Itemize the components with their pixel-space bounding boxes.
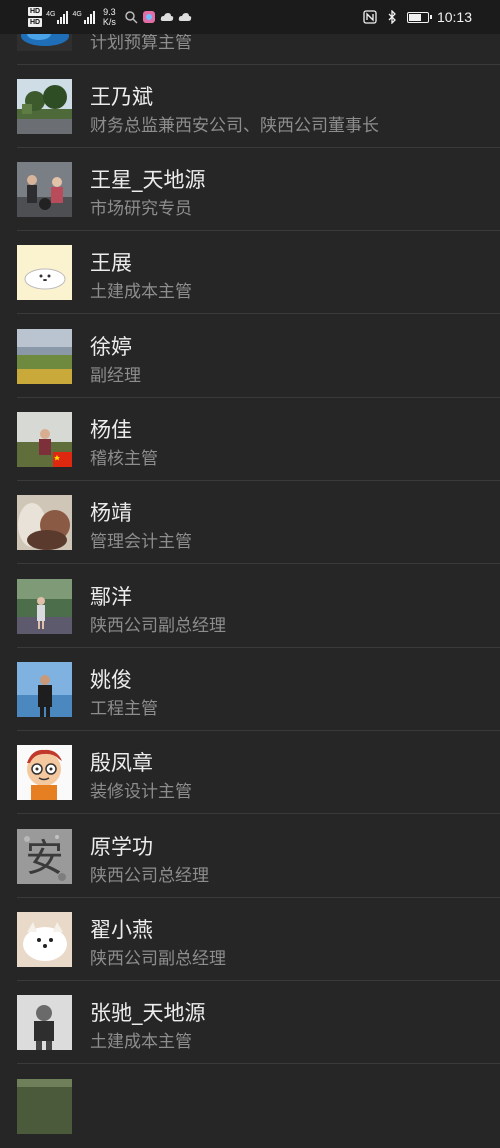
contact-row[interactable]: 杨佳 稽核主管 bbox=[0, 398, 500, 481]
cloud-icon bbox=[160, 10, 174, 24]
contact-row[interactable]: 安 原学功 陕西公司总经理 bbox=[0, 815, 500, 898]
hd-badges: HD HD bbox=[28, 7, 43, 27]
row-divider bbox=[17, 1063, 500, 1064]
contact-avatar[interactable] bbox=[17, 745, 72, 800]
contact-name: 徐婷 bbox=[90, 335, 132, 359]
contact-row[interactable]: 王星_天地源 市场研究专员 bbox=[0, 148, 500, 231]
contact-title: 市场研究专员 bbox=[90, 199, 192, 219]
contact-title: 土建成本主管 bbox=[90, 1032, 192, 1052]
contact-title: 陕西公司副总经理 bbox=[90, 949, 226, 969]
row-divider bbox=[17, 563, 500, 564]
contact-row[interactable] bbox=[0, 1065, 500, 1148]
contact-avatar[interactable] bbox=[17, 662, 72, 717]
network-speed: 9.3 K/s bbox=[103, 7, 116, 27]
battery-icon bbox=[406, 11, 432, 23]
nfc-icon bbox=[363, 10, 377, 24]
search-icon bbox=[124, 10, 138, 24]
contact-title: 工程主管 bbox=[90, 699, 158, 719]
contact-title: 土建成本主管 bbox=[90, 282, 192, 302]
contact-row[interactable]: 王展 土建成本主管 bbox=[0, 231, 500, 314]
contact-row[interactable]: 殷凤章 装修设计主管 bbox=[0, 731, 500, 814]
status-bar: HD HD 4G 4G 9.3 K/s 10:13 bbox=[0, 0, 500, 34]
contact-avatar[interactable] bbox=[17, 79, 72, 134]
contact-avatar[interactable] bbox=[17, 412, 72, 467]
bluetooth-icon bbox=[385, 9, 399, 25]
contact-name: 王乃斌 bbox=[90, 85, 153, 109]
contact-row[interactable]: 王乃斌 财务总监兼西安公司、陕西公司董事长 bbox=[0, 65, 500, 148]
signal-icon: 4G bbox=[72, 10, 95, 24]
row-divider bbox=[17, 313, 500, 314]
cloud-icon bbox=[178, 10, 192, 24]
contact-row[interactable]: 鄢洋 陕西公司副总经理 bbox=[0, 565, 500, 648]
contact-avatar[interactable] bbox=[17, 245, 72, 300]
contact-avatar[interactable] bbox=[17, 495, 72, 550]
status-right: 10:13 bbox=[363, 0, 472, 34]
contact-name: 张驰_天地源 bbox=[90, 1001, 206, 1025]
signal-icon: 4G bbox=[46, 10, 69, 24]
row-divider bbox=[17, 813, 500, 814]
speed-unit: K/s bbox=[102, 17, 116, 27]
contact-row[interactable]: 姚俊 工程主管 bbox=[0, 648, 500, 731]
network-label: 4G bbox=[46, 10, 56, 18]
contact-name: 原学功 bbox=[90, 835, 153, 859]
avatar-stone-character: 安 bbox=[25, 836, 63, 880]
contact-row[interactable]: 徐婷 副经理 bbox=[0, 315, 500, 398]
contact-name: 王星_天地源 bbox=[90, 168, 206, 192]
contact-avatar[interactable] bbox=[17, 912, 72, 967]
contact-name: 姚俊 bbox=[90, 668, 132, 692]
contact-name: 殷凤章 bbox=[90, 751, 153, 775]
status-left: HD HD 4G 4G 9.3 K/s bbox=[28, 3, 192, 31]
contact-title: 管理会计主管 bbox=[90, 532, 192, 552]
contact-name: 翟小燕 bbox=[90, 918, 153, 942]
contact-name: 鄢洋 bbox=[90, 585, 132, 609]
contact-title: 陕西公司副总经理 bbox=[90, 616, 226, 636]
contact-row[interactable]: 张驰_天地源 土建成本主管 bbox=[0, 981, 500, 1064]
contact-name: 杨佳 bbox=[90, 418, 132, 442]
contact-title: 陕西公司总经理 bbox=[90, 866, 209, 886]
network-label: 4G bbox=[72, 10, 82, 18]
clock: 10:13 bbox=[436, 9, 472, 25]
contact-avatar[interactable]: 安 bbox=[17, 829, 72, 884]
contact-avatar[interactable] bbox=[17, 162, 72, 217]
contact-title: 副经理 bbox=[90, 366, 141, 386]
hd-badge: HD bbox=[28, 18, 43, 27]
contact-title: 稽核主管 bbox=[90, 449, 158, 469]
contact-row[interactable]: 杨靖 管理会计主管 bbox=[0, 481, 500, 564]
contact-name: 杨靖 bbox=[90, 501, 132, 525]
hd-badge: HD bbox=[28, 7, 43, 16]
app-icon bbox=[142, 10, 156, 24]
contact-row[interactable]: 翟小燕 陕西公司副总经理 bbox=[0, 898, 500, 981]
contact-avatar[interactable] bbox=[17, 329, 72, 384]
contact-title: 装修设计主管 bbox=[90, 782, 192, 802]
contact-avatar[interactable] bbox=[17, 579, 72, 634]
contact-name: 王展 bbox=[90, 251, 132, 275]
contact-avatar[interactable] bbox=[17, 1079, 72, 1134]
speed-value: 9.3 bbox=[103, 7, 116, 17]
contact-avatar[interactable] bbox=[17, 995, 72, 1050]
contact-title: 财务总监兼西安公司、陕西公司董事长 bbox=[90, 116, 379, 136]
